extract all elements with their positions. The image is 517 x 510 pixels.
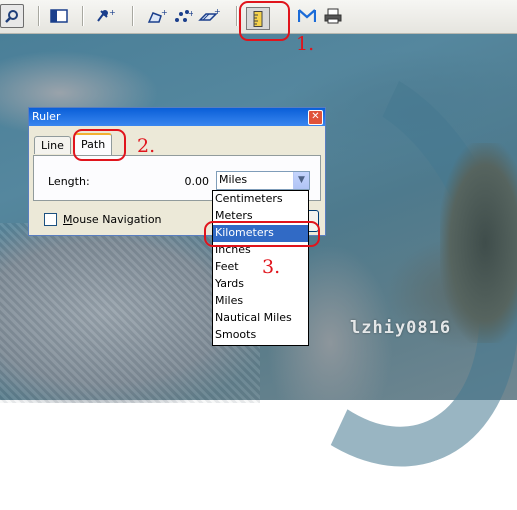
length-value: 0.00 [184,175,210,188]
add-overlay-button[interactable]: + [198,6,220,26]
annotation-number-1: 1. [296,33,315,55]
overlay-icon: + [198,8,220,21]
chevron-down-icon[interactable]: ▼ [293,172,309,189]
polygon-icon: + [147,8,167,23]
mouse-navigation-option[interactable]: Mouse Navigation [44,213,162,226]
unit-option[interactable]: Nautical Miles [213,310,308,327]
svg-text:+: + [214,8,220,16]
add-polygon-button[interactable]: + [146,6,168,26]
search-icon [5,10,18,23]
dialog-titlebar[interactable]: Ruler ✕ [29,108,325,126]
email-button[interactable] [296,6,318,26]
unit-option[interactable]: Smoots [213,327,308,344]
unit-dropdown-list: Centimeters Meters Kilometers Inches Fee… [212,190,309,346]
close-icon: ✕ [311,111,320,122]
path-icon: + [175,9,193,22]
unit-option[interactable]: Centimeters [213,191,308,208]
unit-select[interactable]: Miles ▼ [216,171,310,190]
unit-selected-value: Miles [219,173,248,186]
annotation-circle-ruler [239,1,290,41]
close-button[interactable]: ✕ [308,110,323,125]
search-button[interactable] [0,4,24,28]
add-placemark-button[interactable]: + [94,6,116,26]
toolbar-separator [82,6,83,26]
dialog-title: Ruler [32,110,61,123]
svg-text:+: + [109,8,115,17]
toolbar-separator [132,6,133,26]
map-hill [440,143,517,343]
mouse-navigation-label: Mouse Navigation [63,213,162,226]
mouse-navigation-checkbox[interactable] [44,213,57,226]
annotation-circle-path-tab [73,129,126,161]
sidebar-button[interactable] [48,6,70,26]
svg-text:+: + [161,8,167,17]
print-button[interactable] [322,6,344,26]
add-path-button[interactable]: + [172,6,194,26]
unit-option[interactable]: Yards [213,276,308,293]
sidebar-icon [50,9,68,23]
unit-option[interactable]: Miles [213,293,308,310]
annotation-number-2: 2. [137,135,156,157]
placemark-icon: + [97,8,115,22]
tab-line[interactable]: Line [34,136,71,154]
annotation-circle-kilometers [204,221,320,247]
watermark-text: lzhiy0816 [350,318,452,338]
annotation-number-3: 3. [262,256,281,278]
email-icon [298,9,316,22]
unit-option[interactable]: Feet [213,259,308,276]
svg-text:+: + [188,9,193,18]
length-label: Length: [48,175,90,188]
print-icon [324,8,342,24]
toolbar-separator [236,6,237,26]
toolbar-separator [38,6,39,26]
